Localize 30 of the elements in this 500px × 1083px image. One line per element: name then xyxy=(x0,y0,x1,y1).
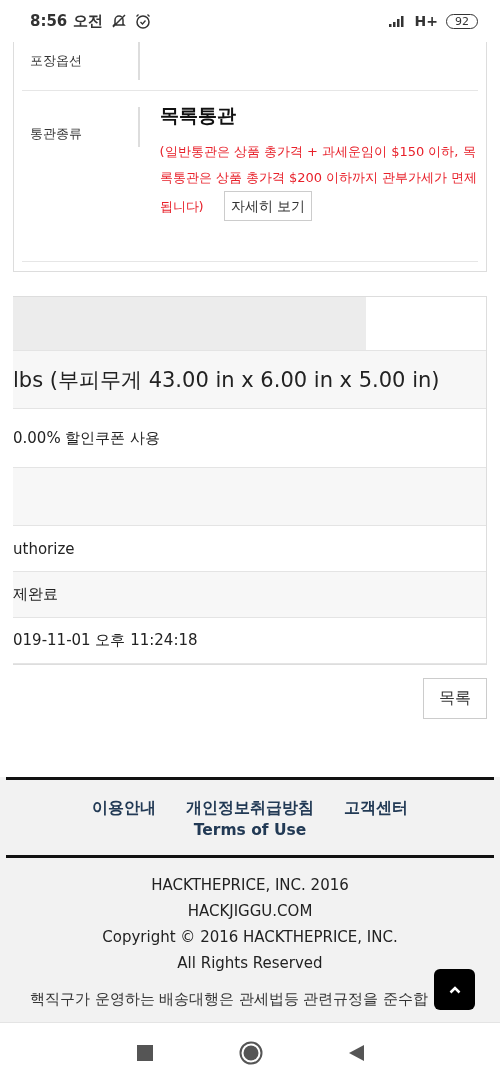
table-cell: uthorize xyxy=(13,539,75,558)
details-button[interactable]: 자세히 보기 xyxy=(223,191,313,221)
customs-note: (일반통관은 상품 총가격 + 과세운임이 $150 이하, 목록통관은 상품 총가격 $200 이하까지 관부가세가 면제됩니다) 자세히 보기 xyxy=(159,139,478,221)
home-circle-icon[interactable] xyxy=(238,1041,263,1065)
network-type: H+ xyxy=(414,13,438,29)
customs-type: 목록통관 xyxy=(159,103,237,128)
footer-link[interactable]: Terms of Use xyxy=(193,821,307,839)
table-cell-text: lbs (부피무게 43.00 in x 6.00 in x 5.00 in) xyxy=(13,366,440,394)
field-label: 포장옵션 xyxy=(30,52,82,70)
muted-bell-icon xyxy=(110,13,127,29)
alarm-icon xyxy=(134,13,151,29)
field-label: 통관종류 xyxy=(30,125,82,143)
table-cell: 019-11-01 오후 11:24:18 xyxy=(13,631,198,650)
footer-link[interactable]: 고객센터 xyxy=(344,798,408,819)
chevron-up-icon xyxy=(448,985,461,994)
back-icon[interactable] xyxy=(348,1045,364,1061)
company-info: All Rights Reserved xyxy=(177,953,323,974)
table-cell: 0.00% 할인쿠폰 사용 xyxy=(13,428,161,448)
list-button[interactable]: 목록 xyxy=(423,678,487,719)
company-info: Copyright © 2016 HACKTHEPRICE, INC. xyxy=(102,927,398,948)
company-info: HACKJIGGU.COM xyxy=(187,901,313,922)
status-time: 8:56 오전 xyxy=(30,11,103,31)
scroll-top-button[interactable] xyxy=(434,969,475,1010)
footer-link[interactable]: 개인정보취급방침 xyxy=(186,798,314,819)
shipping-notice: 핵직구가 운영하는 배송대행은 관세법등 관련규정을 준수합 xyxy=(30,990,429,1009)
footer-link[interactable]: 이용안내 xyxy=(92,798,156,819)
company-info: HACKTHEPRICE, INC. 2016 xyxy=(151,875,349,896)
signal-icon xyxy=(388,15,407,27)
table-cell: 제완료 xyxy=(13,585,58,604)
square-icon[interactable] xyxy=(136,1045,153,1061)
